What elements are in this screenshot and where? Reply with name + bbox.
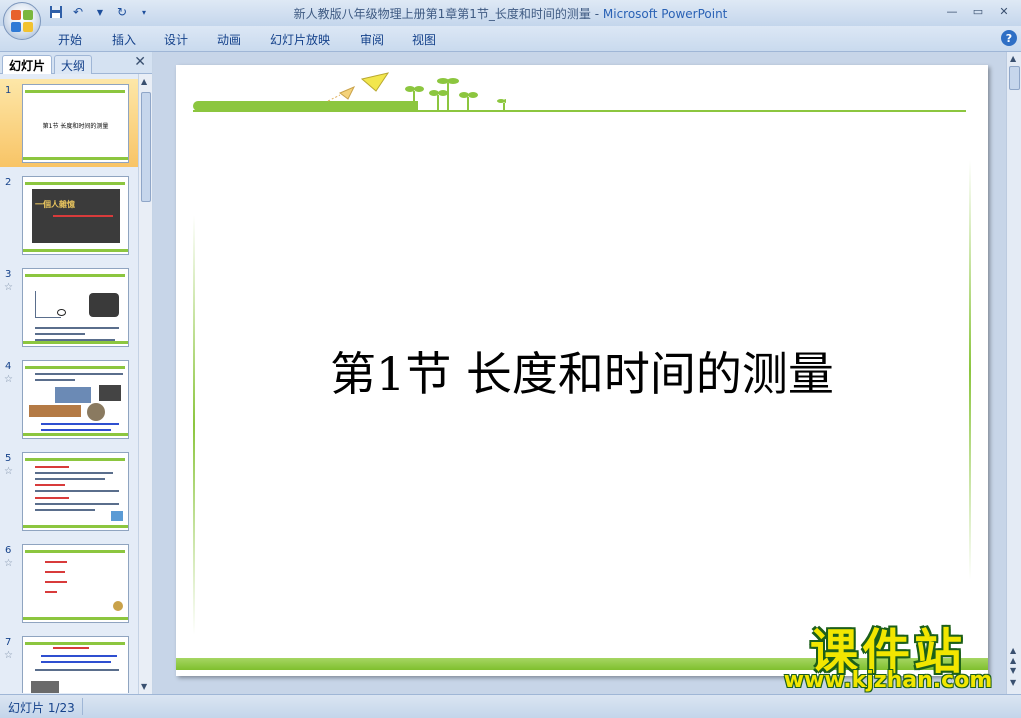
watermark-logo: 课件站 www.kjzhan.com	[770, 612, 1006, 694]
slide-number: 3	[5, 269, 12, 280]
slide-thumbnail-row[interactable]: 4 ☆	[0, 355, 138, 443]
help-icon[interactable]: ?	[1001, 30, 1017, 46]
tab-slideshow[interactable]: 幻灯片放映	[270, 31, 330, 48]
animation-star-icon: ☆	[4, 466, 13, 477]
slide-thumbnail-2[interactable]: 一個人雜憶	[22, 176, 129, 255]
office-button[interactable]	[3, 2, 41, 40]
animation-star-icon: ☆	[4, 282, 13, 293]
sprouts-decoration-icon	[327, 72, 506, 111]
decorative-line	[193, 110, 966, 112]
tab-home[interactable]: 开始	[58, 31, 82, 48]
slide-thumbnail-3[interactable]	[22, 268, 129, 347]
watermark-url: www.kjzhan.com	[783, 668, 993, 693]
slide-number: 6	[5, 545, 12, 556]
scroll-thumb[interactable]	[1009, 66, 1020, 90]
slide-thumbnail-row[interactable]: 7 ☆	[0, 631, 138, 693]
animation-star-icon: ☆	[4, 650, 13, 661]
tab-slides[interactable]: 幻灯片	[2, 55, 53, 74]
slide-number: 4	[5, 361, 12, 372]
thumbnail-caption: 一個人雜憶	[35, 200, 75, 209]
tab-outline[interactable]: 大纲	[54, 55, 93, 74]
slide-thumbnail-5[interactable]	[22, 452, 129, 531]
thumbnail-title: 第1节 长度和时间的测量	[42, 123, 109, 130]
thumbnail-photo	[99, 385, 121, 401]
slide-thumbnail-7[interactable]	[22, 636, 129, 693]
slide-thumbnail-6[interactable]	[22, 544, 129, 623]
scroll-down-icon[interactable]: ▲	[1010, 646, 1016, 655]
office-logo-icon	[11, 10, 33, 32]
minimize-icon[interactable]: —	[941, 2, 963, 20]
slide-thumbnail-row[interactable]: 1 第1节 长度和时间的测量	[0, 79, 138, 167]
slides-pane: 幻灯片 大纲 ✕ 1 第1节 长度和时间的测量 2 一個人雜憶 3 ☆ 4 ☆ …	[0, 52, 152, 694]
scroll-down-icon[interactable]: ▼	[1010, 678, 1016, 687]
slide-title[interactable]: 第1节 长度和时间的测量	[176, 338, 988, 404]
close-icon[interactable]: ✕	[993, 2, 1015, 20]
status-bar: 幻灯片 1/23	[0, 694, 1021, 718]
ellipse-shape	[57, 309, 66, 316]
animation-star-icon: ☆	[4, 558, 13, 569]
title-bar: ↶ ▼ ↻ ▾ 新人教版八年级物理上册第1章第1节_长度和时间的测量 - Mic…	[0, 0, 1021, 26]
pane-tabs: 幻灯片 大纲 ✕	[0, 52, 152, 74]
current-slide[interactable]: 第1节 长度和时间的测量	[176, 65, 988, 676]
slide-thumbnail-row[interactable]: 2 一個人雜憶	[0, 171, 138, 259]
scroll-down-icon[interactable]: ▼	[141, 682, 147, 691]
slide-thumbnail-row[interactable]: 6 ☆	[0, 539, 138, 627]
animation-star-icon: ☆	[4, 374, 13, 385]
next-slide-icon[interactable]: ▼	[1010, 666, 1016, 675]
slide-number: 2	[5, 177, 12, 188]
slide-number: 7	[5, 637, 12, 648]
slide-thumbnail-row[interactable]: 3 ☆	[0, 263, 138, 351]
decorative-icon	[113, 601, 123, 611]
scroll-up-icon[interactable]: ▲	[1010, 54, 1016, 63]
tab-design[interactable]: 设计	[164, 31, 188, 48]
thumbnail-photo	[31, 681, 59, 693]
document-title: 新人教版八年级物理上册第1章第1节_长度和时间的测量	[293, 7, 591, 21]
previous-slide-icon[interactable]: ▲	[1010, 656, 1016, 665]
slide-thumbnail-1[interactable]: 第1节 长度和时间的测量	[22, 84, 129, 163]
thumbnail-photo	[55, 387, 91, 403]
window-controls: — ▭ ✕	[941, 2, 1015, 20]
slide-thumbnail-4[interactable]	[22, 360, 129, 439]
slide-number: 5	[5, 453, 12, 464]
window-title: 新人教版八年级物理上册第1章第1节_长度和时间的测量 - Microsoft P…	[293, 7, 728, 21]
app-name: Microsoft PowerPoint	[602, 7, 728, 21]
tab-insert[interactable]: 插入	[112, 31, 136, 48]
tab-animations[interactable]: 动画	[217, 31, 241, 48]
thumbnail-photo	[89, 293, 119, 317]
close-pane-icon[interactable]: ✕	[134, 54, 146, 70]
ribbon-tabs: 开始 插入 设计 动画 幻灯片放映 审阅 视图 ?	[0, 26, 1021, 52]
scroll-up-icon[interactable]: ▲	[141, 77, 147, 86]
thumbnail-photo	[87, 403, 105, 421]
slide-counter: 幻灯片 1/23	[8, 701, 75, 715]
scroll-thumb[interactable]	[141, 92, 151, 202]
decorative-side-line	[193, 215, 195, 635]
tab-view[interactable]: 视图	[412, 31, 436, 48]
slide-number: 1	[5, 85, 12, 96]
tab-review[interactable]: 审阅	[360, 31, 384, 48]
slide-editor: 第1节 长度和时间的测量	[153, 52, 1006, 694]
thumbnail-scrollbar[interactable]: ▲ ▼	[138, 74, 152, 694]
slide-thumbnail-row[interactable]: 5 ☆	[0, 447, 138, 535]
flag-icon	[111, 511, 123, 521]
maximize-icon[interactable]: ▭	[967, 2, 989, 20]
thumbnail-photo	[29, 405, 81, 417]
slide-scrollbar[interactable]: ▲ ▲ ▲ ▼ ▼	[1006, 52, 1021, 694]
